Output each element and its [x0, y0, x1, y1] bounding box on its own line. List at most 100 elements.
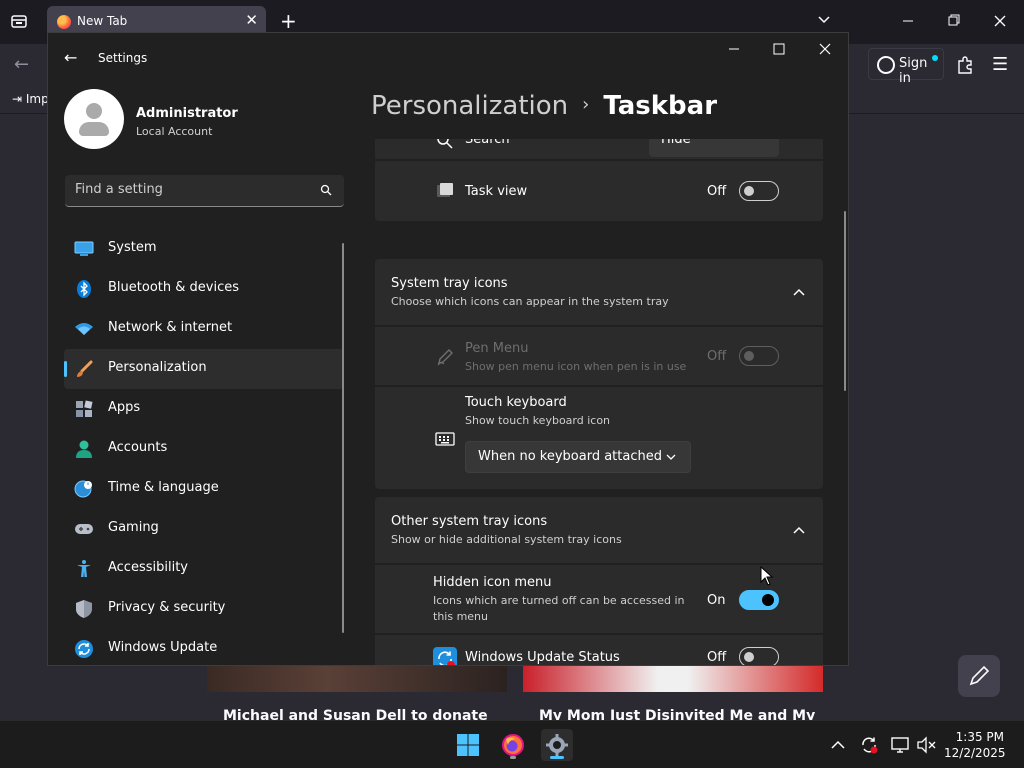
sidebar-item-system[interactable]: System	[64, 229, 344, 269]
pen-icon	[437, 349, 453, 366]
hidden-icon-menu-label: Hidden icon menu	[433, 575, 552, 590]
wifi-icon	[75, 323, 93, 335]
brush-icon	[77, 360, 93, 377]
browser-close-icon[interactable]	[990, 14, 1010, 28]
settings-close-icon[interactable]	[815, 43, 835, 55]
chevron-down-icon	[666, 454, 676, 460]
settings-maximize-icon[interactable]	[769, 43, 789, 55]
settings-minimize-icon[interactable]	[724, 43, 744, 55]
touch-keyboard-dropdown-value: When no keyboard attached	[478, 449, 662, 464]
toggle-knob	[762, 594, 774, 606]
sidebar-item-time-language[interactable]: Time & language	[64, 469, 344, 509]
story-card[interactable]: My Mom Just Disinvited Me and My	[523, 662, 823, 720]
breadcrumb-parent[interactable]: Personalization	[371, 91, 568, 121]
sidebar-item-accounts[interactable]: Accounts	[64, 429, 344, 469]
settings-nav: System Bluetooth & devices Network & int…	[64, 229, 344, 665]
volume-muted-icon[interactable]	[916, 735, 936, 755]
accessibility-icon	[77, 560, 91, 577]
hidden-icon-menu-toggle[interactable]	[739, 590, 779, 610]
taskbar-items-card: Search Hide Task view Off	[375, 139, 823, 221]
sidebar-item-personalization[interactable]: Personalization	[64, 349, 344, 389]
sidebar-item-privacy[interactable]: Privacy & security	[64, 589, 344, 629]
chevron-up-icon[interactable]	[793, 526, 805, 534]
page-title: Taskbar	[603, 91, 718, 121]
pen-menu-description: Show pen menu icon when pen is in use	[465, 360, 687, 373]
gamepad-icon	[75, 524, 93, 534]
hamburger-menu-icon[interactable]: ☰	[992, 54, 1008, 75]
story-image	[523, 662, 823, 692]
sidebar-item-windows-update[interactable]: Windows Update	[64, 629, 344, 665]
settings-gear-icon	[546, 734, 568, 756]
browser-restore-icon[interactable]	[944, 14, 964, 28]
other-tray-description: Show or hide additional system tray icon…	[391, 533, 622, 546]
globe-clock-icon	[74, 480, 92, 498]
list-all-tabs-icon[interactable]	[816, 12, 832, 28]
import-bookmarks-link[interactable]: ⇥ Imp	[12, 92, 49, 106]
network-tray-icon[interactable]	[890, 735, 910, 755]
settings-back-icon[interactable]: ←	[64, 48, 77, 67]
firefox-view-icon[interactable]	[10, 12, 28, 30]
keyboard-icon	[435, 432, 455, 446]
windows-update-status-toggle[interactable]	[739, 647, 779, 665]
other-tray-header[interactable]: Other system tray icons Show or hide add…	[375, 497, 823, 563]
story-card[interactable]: Michael and Susan Dell to donate	[207, 662, 507, 720]
content-scrollbar[interactable]	[844, 211, 846, 391]
sidebar-item-gaming[interactable]: Gaming	[64, 509, 344, 549]
task-view-toggle[interactable]	[739, 181, 779, 201]
pen-menu-row: Pen Menu Show pen menu icon when pen is …	[375, 327, 823, 385]
search-icon[interactable]	[320, 184, 332, 196]
sidebar-item-label: Time & language	[108, 480, 219, 495]
show-hidden-icons-chevron-icon[interactable]	[828, 735, 848, 755]
shield-icon	[76, 600, 92, 618]
search-row: Search Hide	[375, 139, 823, 159]
browser-back-icon[interactable]: ←	[14, 54, 29, 75]
browser-minimize-icon[interactable]	[898, 14, 918, 28]
sign-in-button[interactable]: Sign in	[868, 48, 944, 86]
task-view-row: Task view Off	[375, 161, 823, 221]
import-bookmarks-label: Imp	[25, 92, 49, 106]
windows-update-status-row: Windows Update Status Off	[375, 635, 823, 665]
pen-menu-toggle[interactable]	[739, 346, 779, 366]
hidden-icon-menu-state: On	[707, 593, 726, 608]
account-icon	[877, 56, 895, 74]
windows-update-status-state: Off	[707, 650, 727, 665]
windows-start-icon[interactable]	[456, 733, 480, 757]
other-tray-title: Other system tray icons	[391, 514, 548, 529]
taskbar-app-settings[interactable]	[541, 729, 573, 761]
sidebar-item-network[interactable]: Network & internet	[64, 309, 344, 349]
close-tab-icon[interactable]: ✕	[245, 11, 258, 29]
pen-menu-state: Off	[707, 349, 727, 364]
notification-dot	[932, 55, 938, 61]
touch-keyboard-dropdown[interactable]: When no keyboard attached	[465, 441, 691, 473]
search-mode-dropdown[interactable]: Hide	[649, 139, 779, 157]
person-icon	[76, 440, 92, 458]
firefox-icon	[502, 734, 524, 756]
windows-update-status-icon	[433, 647, 457, 665]
avatar[interactable]	[64, 89, 124, 149]
system-tray-header[interactable]: System tray icons Choose which icons can…	[375, 259, 823, 325]
windows-update-tray-icon[interactable]	[859, 735, 879, 755]
clock-date: 12/2/2025	[944, 746, 1006, 760]
update-icon	[75, 640, 93, 658]
chevron-up-icon[interactable]	[793, 288, 805, 296]
taskbar-app-firefox[interactable]	[497, 729, 529, 761]
new-tab-button[interactable]: +	[280, 9, 297, 33]
search-input[interactable]	[75, 182, 305, 197]
breadcrumb-separator: ›	[582, 94, 590, 115]
sidebar-item-apps[interactable]: Apps	[64, 389, 344, 429]
user-name: Administrator	[136, 106, 238, 121]
find-setting-search	[65, 175, 344, 207]
customize-button[interactable]	[958, 655, 1000, 697]
bluetooth-icon	[77, 280, 91, 298]
sidebar-item-label: Gaming	[108, 520, 159, 535]
nav-scrollbar[interactable]	[342, 243, 344, 633]
task-view-icon	[437, 183, 453, 197]
sidebar-item-label: Network & internet	[108, 320, 233, 335]
mouse-cursor-icon	[760, 566, 774, 586]
sidebar-item-bluetooth[interactable]: Bluetooth & devices	[64, 269, 344, 309]
clock-time: 1:35 PM	[955, 730, 1004, 744]
extensions-icon[interactable]	[955, 54, 975, 74]
browser-tab-title: New Tab	[77, 14, 128, 28]
sidebar-item-accessibility[interactable]: Accessibility	[64, 549, 344, 589]
story-title: Michael and Susan Dell to donate	[223, 708, 488, 720]
